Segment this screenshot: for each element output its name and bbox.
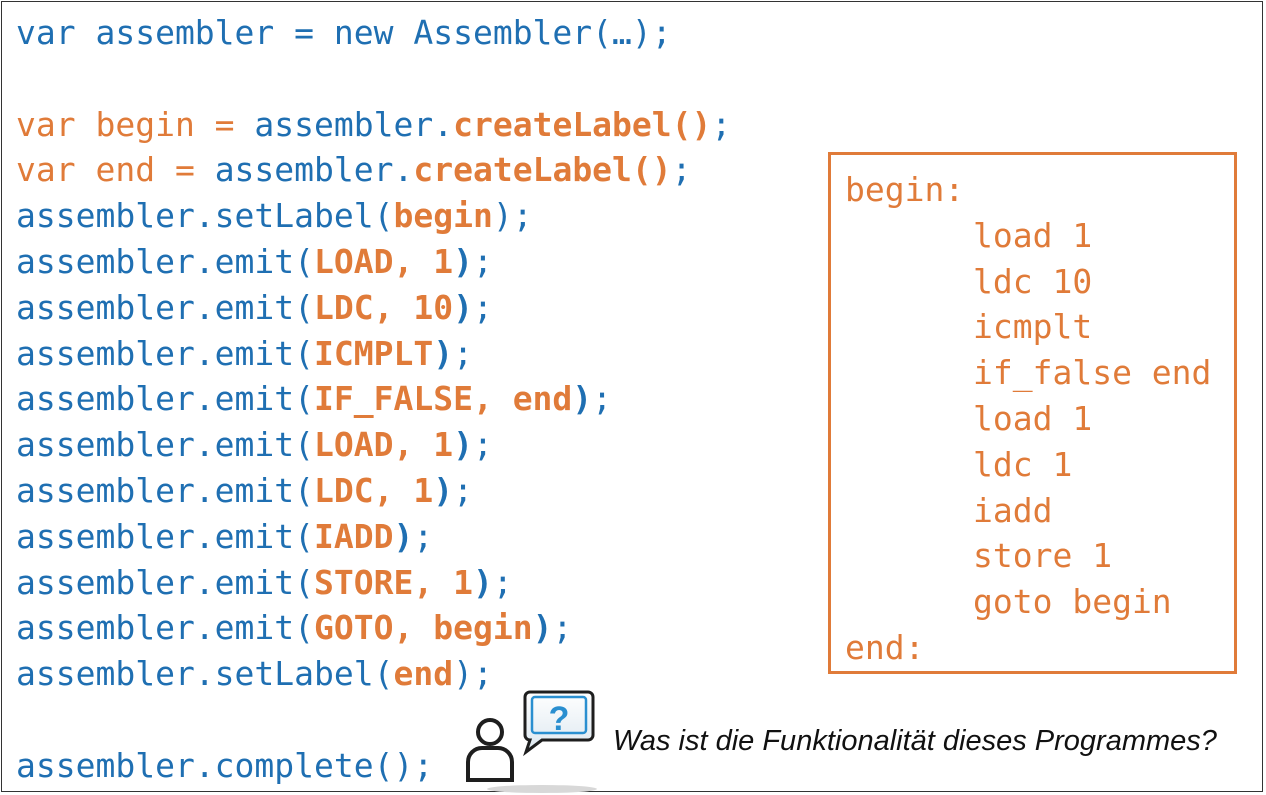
code-token: assembler.emit( [16,516,315,556]
code-token: IADD [314,516,394,556]
bytecode-instruction: load 1 [973,215,1093,255]
code-token: assembler.setLabel( [16,654,394,694]
code-token: ) [453,287,473,327]
code-token: assembler.emit( [16,470,315,510]
code-line: assembler.emit(STORE, 1); [16,560,731,606]
code-token: assembler.emit( [16,287,315,327]
code-line: assembler.emit(LOAD, 1); [16,239,731,285]
bytecode-instruction: ldc 10 [973,261,1093,301]
code-token: assembler.emit( [16,241,315,281]
code-line: assembler.setLabel(end); [16,651,731,697]
code-token: ) [453,425,473,465]
bytecode-instruction: if_false end [973,353,1212,393]
code-line: assembler.emit(ICMPLT); [16,331,731,377]
code-token: assembler.emit( [16,333,315,373]
code-line: assembler.emit(LDC, 10); [16,285,731,331]
bytecode-instruction: goto begin [973,582,1172,622]
code-line: assembler.setLabel(begin); [16,193,731,239]
code-token: assembler.emit( [16,562,315,602]
code-token: ; [413,516,434,556]
code-token: ) [393,516,414,556]
code-token: ICMPLT [314,333,434,373]
assembler-code-block: var assembler = new Assembler(…); var beg… [16,10,731,789]
code-token: createLabel() [413,150,672,190]
question-mark: ? [549,700,570,738]
code-line: var end = assembler.createLabel(); [16,147,731,193]
code-token: var begin = [16,104,255,144]
code-line: assembler.emit(IADD); [16,514,731,560]
code-token: ; [453,470,473,510]
code-token: ) [433,333,454,373]
code-token: assembler. [214,150,414,190]
bytecode-label: end: [845,627,925,667]
code-token: ) [572,379,593,419]
code-token: ; [552,608,573,648]
question-text: Was ist die Funktionalität dieses Progra… [613,725,1217,757]
code-token: ; [453,333,473,373]
bytecode-instruction: load 1 [973,398,1093,438]
code-line: assembler.emit(IF_FALSE, end); [16,376,731,422]
code-token: assembler. [254,104,454,144]
bytecode-label: begin: [845,170,965,209]
code-line: var begin = assembler.createLabel(); [16,102,731,148]
code-token: assembler.setLabel( [16,196,394,236]
code-token: STORE, 1 [314,562,473,602]
code-token: ) [532,608,553,648]
code-token: IF_FALSE, end [314,379,573,419]
code-token: ; [472,425,493,465]
code-token: assembler.complete(); [16,745,434,785]
code-token: LOAD, 1 [314,241,454,281]
code-token: ; [472,241,493,281]
code-token: LDC, 10 [314,287,454,327]
code-line: assembler.emit(LDC, 1); [16,468,731,514]
bytecode-instruction: store 1 [973,536,1113,576]
code-token: LDC, 1 [314,470,434,510]
bytecode-instruction: ldc 1 [973,444,1073,484]
code-token: ) [453,241,473,281]
bytecode-box: begin: load 1 ldc 10 icmplt if_false end load… [828,152,1237,674]
code-line: assembler.emit(GOTO, begin); [16,605,731,651]
code-token: ); [492,196,533,236]
code-token: var assembler = new Assembler(…); [16,13,672,52]
code-token: end [393,654,454,694]
code-token: ; [492,562,513,602]
code-line: var assembler = new Assembler(…); [16,10,731,56]
code-token: assembler.emit( [16,608,315,648]
code-token: createLabel() [453,104,712,144]
code-token: ; [711,104,732,144]
bytecode-instruction: iadd [973,490,1053,530]
code-line: assembler.emit(LOAD, 1); [16,422,731,468]
bytecode-instruction: icmplt [973,307,1093,347]
code-token: GOTO, begin [314,608,533,648]
code-token: begin [393,196,493,236]
code-token: assembler.emit( [16,425,315,465]
code-token: assembler.emit( [16,379,315,419]
code-token: ; [671,150,692,190]
bytecode-listing: begin: load 1 ldc 10 icmplt if_false end load… [845,167,1211,671]
code-token: ; [472,287,493,327]
code-token: ; [592,379,613,419]
code-token: ) [472,562,493,602]
code-token: LOAD, 1 [314,425,454,465]
person-question-icon: ? [466,690,597,793]
code-token: ) [433,470,454,510]
code-token: var end = [16,150,215,190]
